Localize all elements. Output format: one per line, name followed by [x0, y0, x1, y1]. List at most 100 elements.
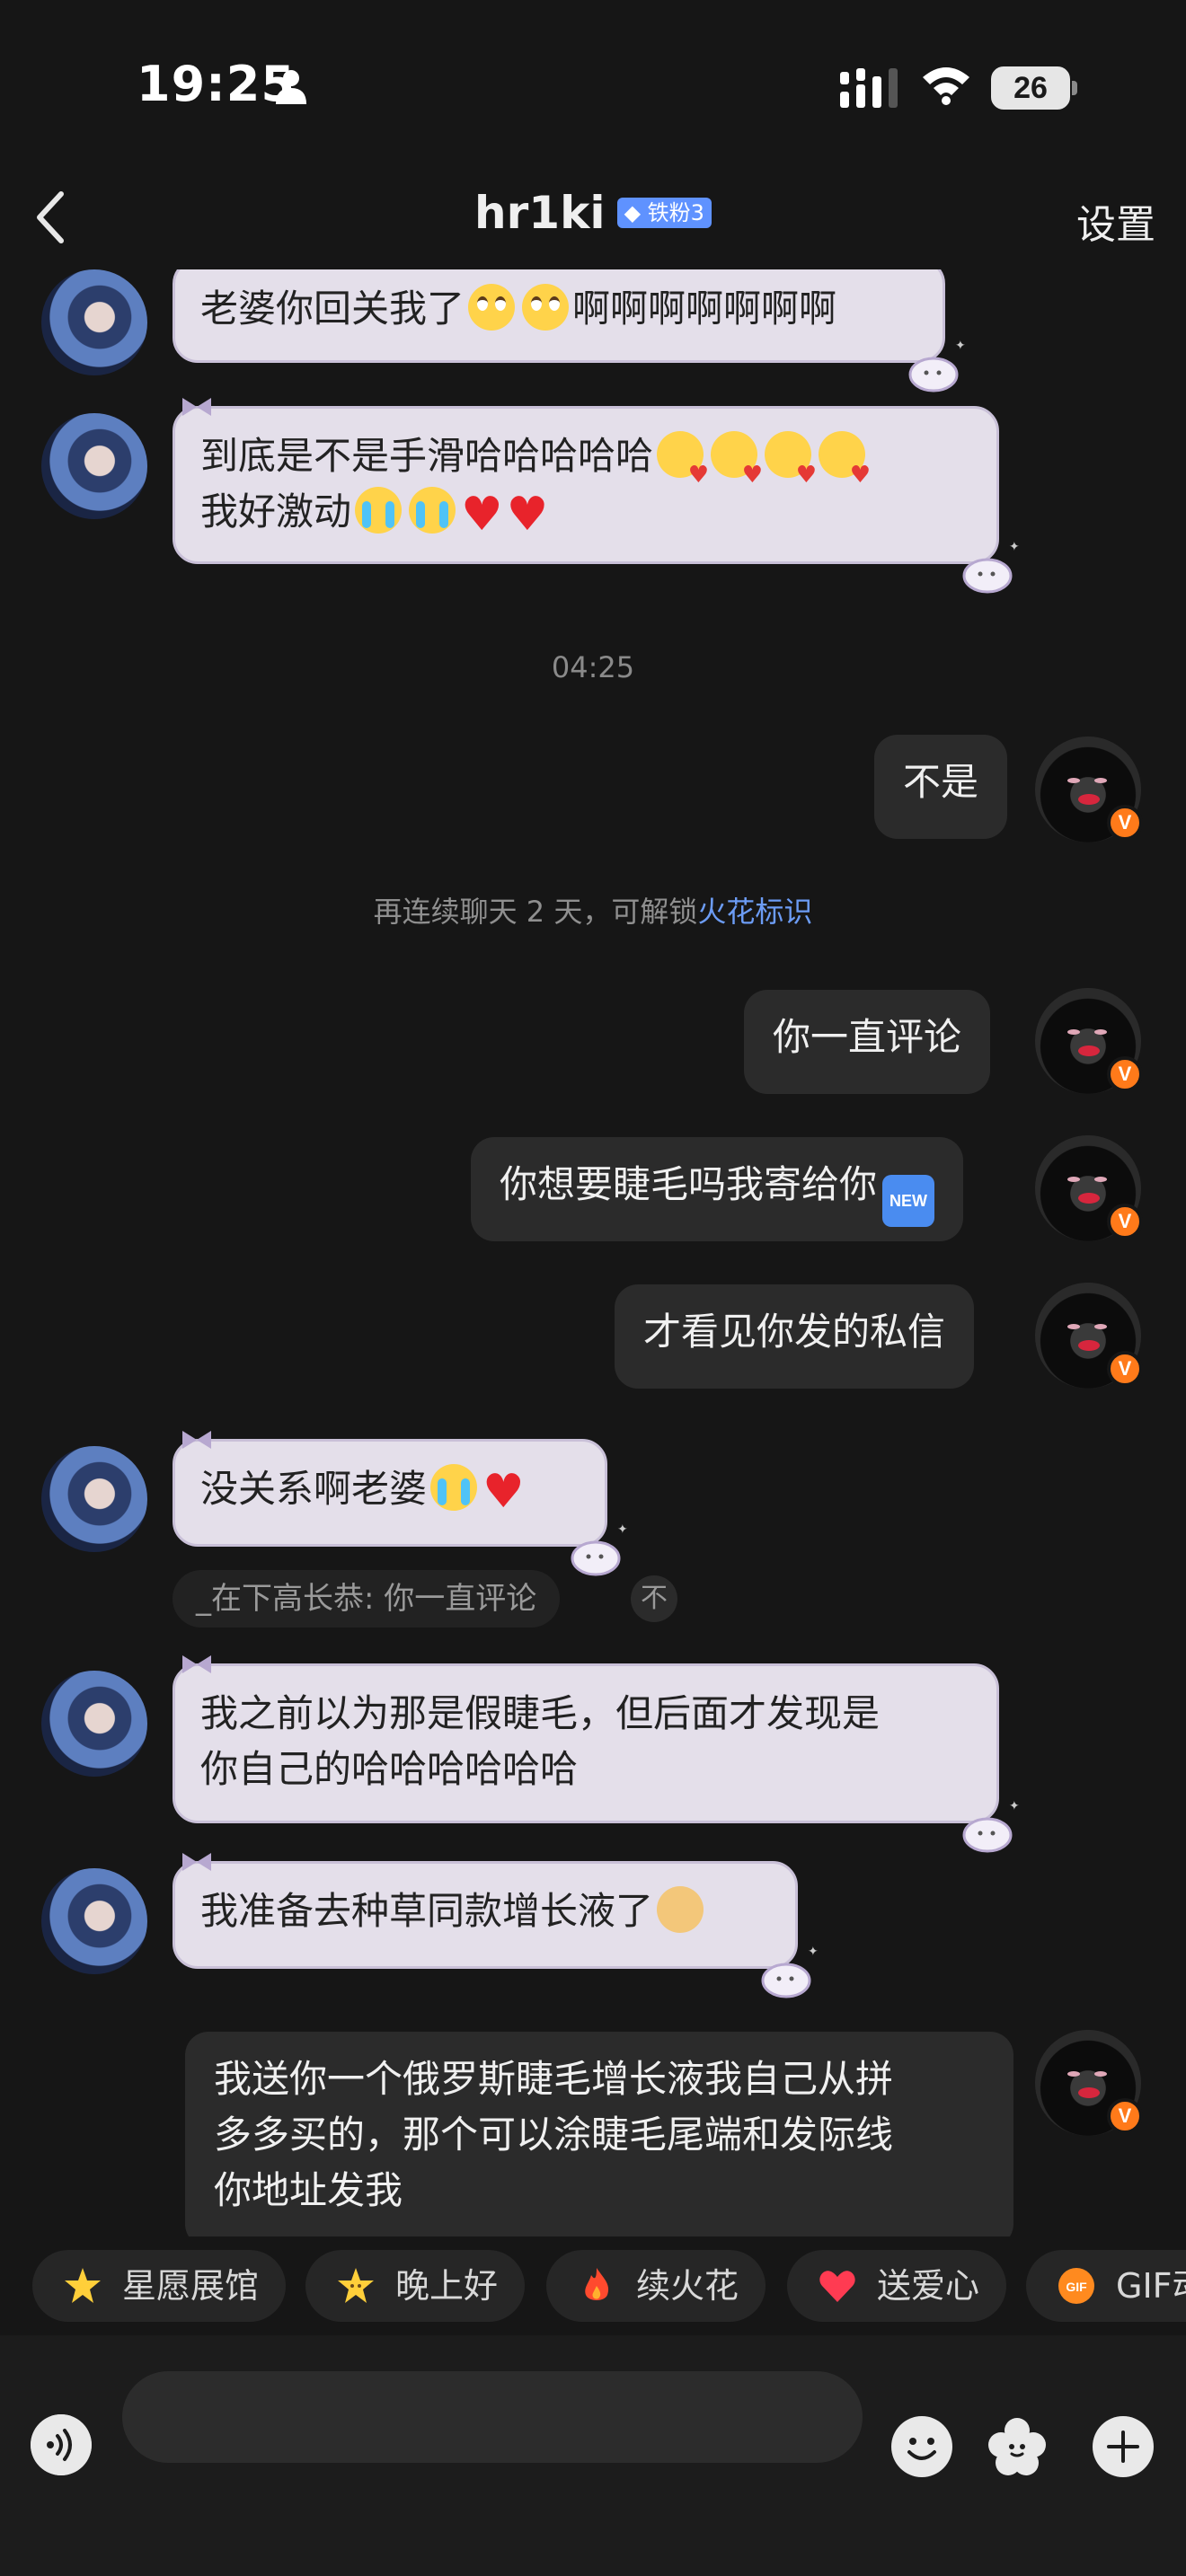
eye-roll-emoji-icon — [522, 284, 570, 331]
star-face-icon — [338, 2268, 374, 2303]
verified-badge: V — [1107, 2098, 1143, 2134]
chat-title[interactable]: hr1ki — [474, 187, 605, 239]
bow-decoration-icon — [179, 269, 215, 270]
outgoing-message-bubble[interactable]: 你一直评论 — [744, 990, 991, 1094]
message-text: 老婆你回关我了 — [200, 287, 465, 331]
red-heart-icon: ♥ — [461, 488, 503, 542]
svg-text:✦: ✦ — [617, 1522, 628, 1537]
fan-level-badge: ◆ 铁粉3 — [616, 198, 712, 228]
battery-indicator: 26 — [991, 66, 1077, 110]
quick-reply-send-love[interactable]: 送爱心 — [787, 2250, 1007, 2322]
kissing-face-emoji-icon — [657, 431, 709, 503]
svg-text:✦: ✦ — [955, 339, 966, 353]
contact-avatar[interactable] — [41, 269, 147, 375]
svg-text:GIF: GIF — [1066, 2280, 1087, 2294]
message-text: 多多买的，那个可以涂睫毛尾端和发际线 — [214, 2113, 894, 2157]
kissing-face-emoji-icon — [711, 431, 763, 503]
crying-face-emoji-icon — [355, 487, 403, 534]
cat-decoration-icon: ✦ — [962, 1799, 1020, 1853]
incoming-message-bubble[interactable]: 我之前以为那是假睫毛，但后面才发现是 你自己的哈哈哈哈哈哈 ✦ — [173, 1655, 1020, 1853]
crying-face-emoji-icon — [409, 487, 456, 534]
message-text: 你地址发我 — [214, 2168, 403, 2212]
chat-title-group: hr1ki ◆ 铁粉3 — [0, 187, 1186, 239]
incoming-message-bubble[interactable]: 老婆你回关我了 啊啊啊啊啊啊啊 ✦ — [173, 269, 966, 393]
system-notice: 再连续聊天 2 天，可解锁火花标识 — [0, 889, 1186, 931]
cat-decoration-icon: ✦ — [571, 1522, 628, 1576]
incoming-message-bubble[interactable]: 我准备去种草同款增长液了 ✦ — [173, 1853, 819, 1998]
outgoing-message-bubble[interactable]: 你想要睫毛吗我寄给你 NEW — [471, 1137, 964, 1241]
message-text: 你自己的哈哈哈哈哈哈 — [200, 1747, 579, 1791]
message-text: 不是 — [903, 760, 979, 804]
bow-decoration-icon — [182, 1853, 211, 1871]
bow-decoration-icon — [182, 398, 211, 416]
voice-input-icon[interactable] — [31, 2414, 92, 2475]
gif-icon: GIF — [1058, 2268, 1094, 2304]
message-text: 我送你一个俄罗斯睫毛增长液我自己从拼 — [214, 2057, 894, 2101]
message-text: 才看见你发的私信 — [643, 1310, 946, 1354]
verified-badge: V — [1107, 1351, 1143, 1387]
chat-header: hr1ki ◆ 铁粉3 设置 — [0, 171, 1186, 269]
emoji-icon[interactable] — [890, 2414, 954, 2479]
bow-decoration-icon — [182, 1655, 211, 1673]
red-heart-icon: ♥ — [482, 1465, 525, 1519]
quick-reply-gif[interactable]: GIF GIF动 — [1026, 2250, 1186, 2322]
input-bar — [0, 2335, 1186, 2576]
message-timestamp: 04:25 — [551, 650, 635, 684]
eye-roll-emoji-icon — [468, 284, 516, 331]
incoming-message-bubble[interactable]: 到底是不是手滑哈哈哈哈哈 我好激动 ♥♥ ✦ — [173, 398, 1020, 594]
cat-decoration-icon: ✦ — [908, 339, 966, 393]
verified-badge: V — [1107, 1204, 1143, 1239]
contact-avatar[interactable] — [41, 1868, 147, 1974]
person-icon — [276, 70, 306, 104]
settings-button[interactable]: 设置 — [1076, 192, 1155, 250]
quick-reply-label: 送爱心 — [877, 2266, 980, 2306]
cat-decoration-icon: ✦ — [962, 540, 1020, 594]
cat-decoration-icon: ✦ — [761, 1945, 819, 1998]
new-tag-icon: NEW — [882, 1175, 935, 1227]
quick-reply-spark[interactable]: 续火花 — [546, 2250, 766, 2322]
sticker-icon[interactable] — [985, 2414, 1049, 2479]
kissing-face-emoji-icon — [765, 431, 817, 503]
verified-badge: V — [1107, 805, 1143, 841]
battery-level: 26 — [1013, 71, 1048, 105]
quick-reply-label: GIF动 — [1116, 2266, 1186, 2306]
incoming-message-bubble[interactable]: 没关系啊老婆 ♥ ✦ — [173, 1431, 628, 1576]
message-text: 我好激动 — [200, 490, 352, 534]
svg-text:✦: ✦ — [808, 1945, 819, 1959]
wifi-icon — [923, 67, 969, 105]
fan-level-label: 铁粉3 — [647, 200, 704, 225]
status-time: 19:25 — [137, 56, 296, 112]
contact-avatar[interactable] — [41, 1671, 147, 1777]
verified-badge: V — [1107, 1056, 1143, 1092]
system-notice-text: 再连续聊天 2 天，可解锁 — [373, 895, 698, 929]
outgoing-message-bubble[interactable]: 我送你一个俄罗斯睫毛增长液我自己从拼 多多买的，那个可以涂睫毛尾端和发际线 你地… — [185, 2032, 1013, 2236]
red-heart-icon: ♥ — [506, 488, 549, 542]
outgoing-message-bubble[interactable]: 才看见你发的私信 — [615, 1284, 975, 1389]
kissing-face-emoji-icon — [819, 431, 871, 503]
message-text: 没关系啊老婆 — [200, 1467, 428, 1511]
message-text: 我之前以为那是假睫毛，但后面才发现是 — [200, 1691, 881, 1735]
message-text: 你想要睫毛吗我寄给你 — [500, 1162, 878, 1206]
crying-face-emoji-icon — [430, 1464, 478, 1511]
quote-close-button[interactable]: 不 — [631, 1575, 677, 1622]
status-bar: 19:25 26 — [0, 0, 1186, 171]
outgoing-message-bubble[interactable]: 不是 — [874, 735, 1008, 839]
quick-reply-good-evening[interactable]: 晚上好 — [305, 2250, 526, 2322]
plus-icon[interactable] — [1091, 2414, 1155, 2479]
svg-text:✦: ✦ — [1009, 540, 1020, 554]
message-input[interactable] — [122, 2371, 863, 2463]
quick-reply-label: 星愿展馆 — [122, 2266, 260, 2306]
quoted-reply[interactable]: _在下高长恭: 你一直评论 — [173, 1570, 561, 1628]
fire-icon — [585, 2268, 609, 2300]
heart-icon — [819, 2271, 855, 2302]
svg-text:✦: ✦ — [1009, 1799, 1020, 1813]
spark-badge-link[interactable]: 火花标识 — [697, 895, 812, 929]
doge-emoji-icon — [657, 1886, 704, 1933]
message-text: 你一直评论 — [773, 1015, 962, 1059]
quick-reply-star-gallery[interactable]: 星愿展馆 — [32, 2250, 287, 2322]
contact-avatar[interactable] — [41, 1446, 147, 1552]
message-text: 我准备去种草同款增长液了 — [200, 1889, 654, 1933]
contact-avatar[interactable] — [41, 413, 147, 519]
message-text: 到底是不是手滑哈哈哈哈哈 — [200, 434, 654, 478]
message-list[interactable]: 老婆你回关我了啊啊啊啊啊啊啊 ✦ 到底是不是手滑哈哈哈哈哈 我好激动♥♥ ✦ 0… — [0, 269, 1186, 2236]
